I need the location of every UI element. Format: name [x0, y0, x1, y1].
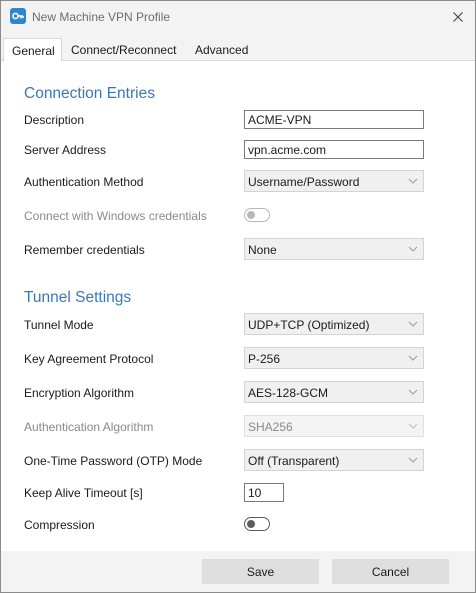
vpn-app-icon: [10, 8, 26, 24]
encryption-algorithm-value: AES-128-GCM: [248, 386, 329, 400]
remember-credentials-select[interactable]: None: [244, 238, 424, 260]
window-title: New Machine VPN Profile: [32, 10, 171, 24]
server-address-input[interactable]: vpn.acme.com: [244, 140, 424, 159]
tunnel-mode-value: UDP+TCP (Optimized): [248, 318, 370, 332]
otp-mode-select[interactable]: Off (Transparent): [244, 449, 424, 471]
keep-alive-label: Keep Alive Timeout [s]: [24, 486, 143, 500]
encryption-algorithm-select[interactable]: AES-128-GCM: [244, 381, 424, 403]
remember-credentials-value: None: [248, 243, 277, 257]
windows-credentials-toggle[interactable]: [244, 208, 270, 222]
tab-bar: General Connect/Reconnect Advanced: [1, 33, 475, 62]
authentication-method-label: Authentication Method: [24, 175, 144, 189]
authentication-algorithm-value: SHA256: [248, 420, 293, 434]
authentication-method-value: Username/Password: [248, 175, 360, 189]
dialog-footer: Save Cancel: [1, 551, 475, 592]
tab-connect-reconnect[interactable]: Connect/Reconnect: [71, 38, 176, 62]
key-agreement-select[interactable]: P-256: [244, 347, 424, 369]
otp-mode-label: One-Time Password (OTP) Mode: [24, 454, 203, 468]
server-address-label: Server Address: [24, 143, 107, 157]
close-icon: [453, 12, 463, 22]
tunnel-mode-select[interactable]: UDP+TCP (Optimized): [244, 313, 424, 335]
chevron-down-icon: [408, 355, 418, 361]
chevron-down-icon: [408, 178, 418, 184]
key-agreement-label: Key Agreement Protocol: [24, 352, 154, 366]
tab-general[interactable]: General: [3, 38, 62, 62]
toggle-knob: [247, 211, 255, 219]
authentication-method-select[interactable]: Username/Password: [244, 170, 424, 192]
tunnel-settings-heading: Tunnel Settings: [24, 289, 132, 306]
compression-label: Compression: [24, 518, 95, 532]
encryption-algorithm-label: Encryption Algorithm: [24, 386, 135, 400]
authentication-algorithm-label: Authentication Algorithm: [24, 420, 154, 434]
tunnel-mode-label: Tunnel Mode: [24, 318, 94, 332]
title-bar: New Machine VPN Profile: [1, 1, 475, 33]
save-button[interactable]: Save: [202, 559, 319, 584]
description-input[interactable]: ACME-VPN: [244, 110, 424, 129]
tab-advanced[interactable]: Advanced: [195, 38, 248, 62]
chevron-down-icon: [408, 457, 418, 463]
description-label: Description: [24, 113, 85, 127]
key-agreement-value: P-256: [248, 352, 281, 366]
chevron-down-icon: [408, 389, 418, 395]
windows-credentials-label: Connect with Windows credentials: [24, 209, 207, 223]
close-button[interactable]: [441, 1, 475, 33]
connection-entries-heading: Connection Entries: [24, 85, 155, 102]
cancel-button[interactable]: Cancel: [332, 559, 449, 584]
authentication-algorithm-select[interactable]: SHA256: [244, 415, 424, 437]
remember-credentials-label: Remember credentials: [24, 243, 145, 257]
chevron-down-icon: [408, 321, 418, 327]
vpn-profile-window: New Machine VPN Profile General Connect/…: [0, 0, 476, 593]
toggle-knob: [247, 520, 255, 528]
chevron-down-icon: [408, 246, 418, 252]
otp-mode-value: Off (Transparent): [248, 454, 340, 468]
keep-alive-input[interactable]: 10: [244, 483, 284, 502]
chevron-down-icon: [408, 423, 418, 429]
compression-toggle[interactable]: [244, 517, 270, 531]
